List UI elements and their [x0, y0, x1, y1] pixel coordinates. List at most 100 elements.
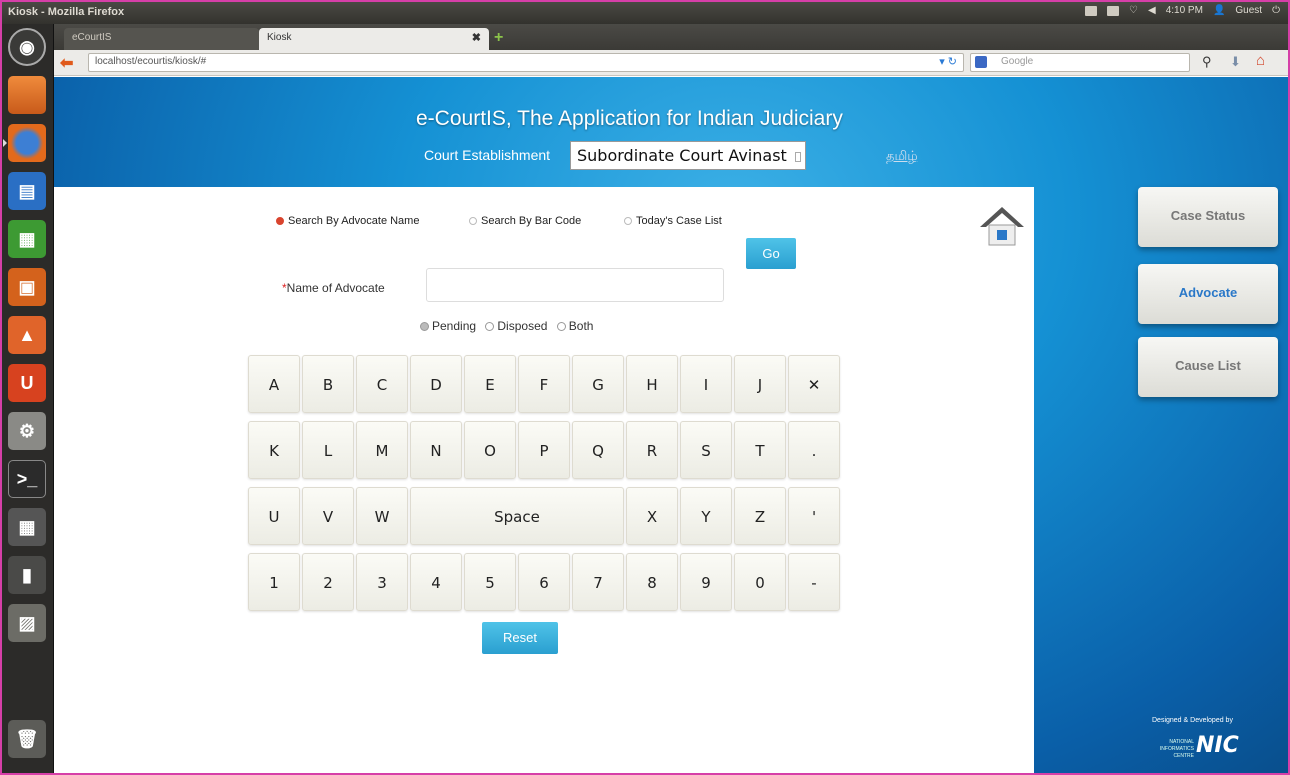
radio-icon[interactable]: [624, 217, 632, 226]
key-7[interactable]: 7: [572, 553, 624, 611]
key-l[interactable]: L: [302, 421, 354, 479]
key-0[interactable]: 0: [734, 553, 786, 611]
key-6[interactable]: 6: [518, 553, 570, 611]
tab-label: eCourtIS: [72, 32, 112, 43]
key-u[interactable]: U: [248, 487, 300, 545]
key-a[interactable]: A: [248, 355, 300, 413]
home-icon[interactable]: ⌂: [1256, 52, 1265, 69]
reset-button[interactable]: Reset: [482, 622, 558, 654]
power-icon[interactable]: ⏻: [1272, 5, 1280, 16]
key-q[interactable]: Q: [572, 421, 624, 479]
both-radio[interactable]: [556, 322, 566, 332]
mail-indicator-icon[interactable]: [1107, 5, 1120, 16]
key-z[interactable]: Z: [734, 487, 786, 545]
tab-ecourtis[interactable]: eCourtIS: [64, 28, 259, 50]
radio-today-case-list[interactable]: Today's Case List: [624, 215, 722, 227]
advocate-button[interactable]: Advocate: [1138, 264, 1278, 324]
go-button[interactable]: Go: [746, 238, 796, 269]
impress-icon[interactable]: ▣: [8, 268, 46, 306]
kiosk-page: e-CourtIS, The Application for Indian Ju…: [54, 77, 1288, 773]
system-monitor-icon[interactable]: ▨: [8, 604, 46, 642]
files-icon[interactable]: [8, 76, 46, 114]
home-icon[interactable]: [978, 205, 1026, 247]
dash-home-icon[interactable]: ◉: [8, 28, 46, 66]
nic-org-name: NATIONAL INFORMATICS CENTRE: [1159, 739, 1194, 759]
key-s[interactable]: S: [680, 421, 732, 479]
search-icon[interactable]: ⚲: [1202, 54, 1212, 70]
backspace-key[interactable]: ✕: [788, 355, 840, 413]
key-hyphen[interactable]: -: [788, 553, 840, 611]
space-key[interactable]: Space: [410, 487, 624, 545]
key-d[interactable]: D: [410, 355, 462, 413]
terminal-icon[interactable]: >_: [8, 460, 46, 498]
key-v[interactable]: V: [302, 487, 354, 545]
radio-search-advocate[interactable]: Search By Advocate Name: [276, 215, 419, 227]
clock[interactable]: 4:10 PM: [1166, 5, 1203, 16]
url-input[interactable]: localhost/ecourtis/kiosk/# ▾ ↻: [88, 53, 964, 72]
language-link[interactable]: தமிழ்: [886, 148, 918, 165]
key-9[interactable]: 9: [680, 553, 732, 611]
key-e[interactable]: E: [464, 355, 516, 413]
calc-icon[interactable]: ▦: [8, 220, 46, 258]
key-k[interactable]: K: [248, 421, 300, 479]
key-y[interactable]: Y: [680, 487, 732, 545]
pending-radio[interactable]: [420, 322, 429, 332]
back-arrow-icon[interactable]: ⬅: [60, 53, 73, 73]
key-3[interactable]: 3: [356, 553, 408, 611]
key-period[interactable]: .: [788, 421, 840, 479]
user-name[interactable]: Guest: [1235, 5, 1262, 16]
search-input[interactable]: Google: [970, 53, 1190, 72]
key-2[interactable]: 2: [302, 553, 354, 611]
court-select[interactable]: Subordinate Court Avinast: [570, 141, 806, 170]
tab-kiosk[interactable]: Kiosk ✖: [259, 28, 489, 50]
radio-icon[interactable]: [469, 217, 477, 226]
key-b[interactable]: B: [302, 355, 354, 413]
key-j[interactable]: J: [734, 355, 786, 413]
key-x[interactable]: X: [626, 487, 678, 545]
radio-search-barcode[interactable]: Search By Bar Code: [469, 215, 581, 227]
download-icon[interactable]: ⬇: [1230, 54, 1241, 70]
network-indicator-icon[interactable]: ♡: [1129, 5, 1138, 16]
firefox-icon[interactable]: [3, 124, 46, 162]
key-apostrophe[interactable]: ': [788, 487, 840, 545]
ubuntu-one-icon[interactable]: U: [8, 364, 46, 402]
top-panel: Kiosk - Mozilla Firefox ♡ ◀ 4:10 PM 👤 Gu…: [2, 2, 1288, 24]
key-c[interactable]: C: [356, 355, 408, 413]
trash-icon[interactable]: 🗑: [8, 720, 46, 758]
key-4[interactable]: 4: [410, 553, 462, 611]
close-icon[interactable]: ✖: [472, 31, 481, 44]
volume-indicator-icon[interactable]: ◀: [1148, 5, 1156, 16]
cause-list-button[interactable]: Cause List: [1138, 337, 1278, 397]
key-8[interactable]: 8: [626, 553, 678, 611]
reload-icon[interactable]: ▾ ↻: [939, 55, 957, 68]
window-title: Kiosk - Mozilla Firefox: [8, 6, 125, 18]
radio-label: Search By Advocate Name: [288, 215, 420, 227]
key-f[interactable]: F: [518, 355, 570, 413]
key-p[interactable]: P: [518, 421, 570, 479]
both-label: Both: [568, 319, 594, 333]
keyboard-indicator-icon[interactable]: [1085, 5, 1098, 16]
settings-icon[interactable]: ⚙: [8, 412, 46, 450]
key-w[interactable]: W: [356, 487, 408, 545]
user-icon[interactable]: 👤: [1213, 5, 1225, 16]
writer-icon[interactable]: ▤: [8, 172, 46, 210]
usb-drive-icon[interactable]: ▮: [8, 556, 46, 594]
new-tab-icon[interactable]: +: [494, 29, 503, 47]
workspace-switcher-icon[interactable]: ▦: [8, 508, 46, 546]
search-engine-icon[interactable]: [975, 56, 987, 68]
software-center-icon[interactable]: ▲: [8, 316, 46, 354]
radio-selected-icon[interactable]: [276, 217, 284, 226]
key-n[interactable]: N: [410, 421, 462, 479]
key-t[interactable]: T: [734, 421, 786, 479]
advocate-name-input[interactable]: [426, 268, 724, 302]
key-o[interactable]: O: [464, 421, 516, 479]
key-i[interactable]: I: [680, 355, 732, 413]
disposed-radio[interactable]: [485, 322, 495, 332]
key-1[interactable]: 1: [248, 553, 300, 611]
key-h[interactable]: H: [626, 355, 678, 413]
key-5[interactable]: 5: [464, 553, 516, 611]
key-g[interactable]: G: [572, 355, 624, 413]
key-m[interactable]: M: [356, 421, 408, 479]
case-status-button[interactable]: Case Status: [1138, 187, 1278, 247]
key-r[interactable]: R: [626, 421, 678, 479]
